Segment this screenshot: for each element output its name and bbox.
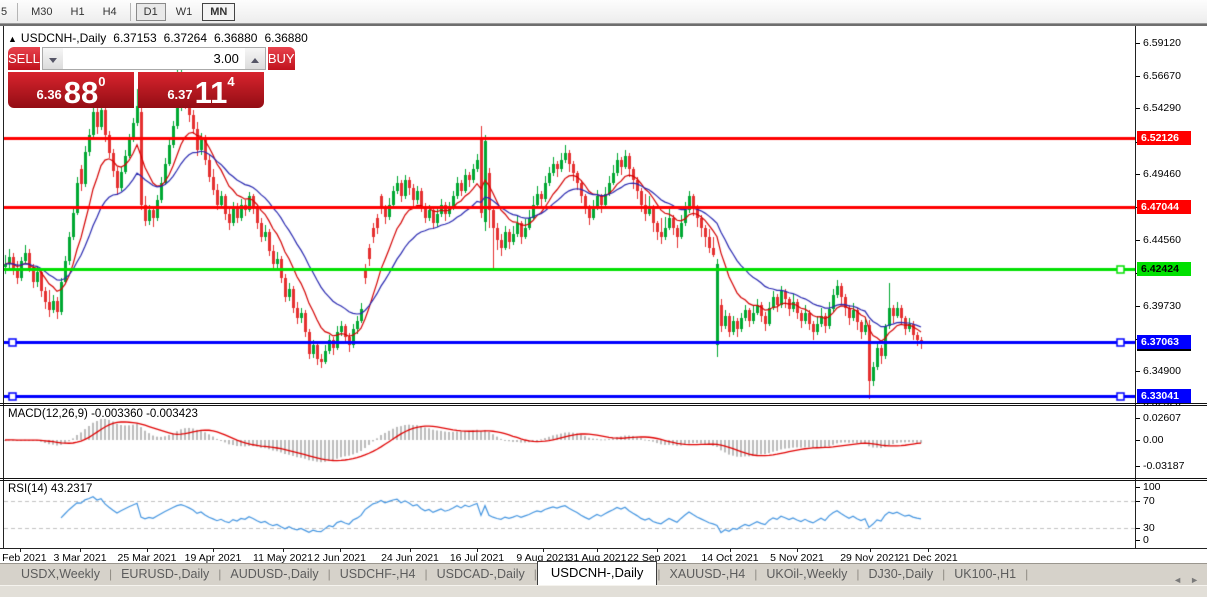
volume-increase-button[interactable]	[245, 48, 265, 69]
toolbar-separator	[130, 3, 131, 21]
rsi-axis-tick: 70	[1136, 495, 1206, 507]
sell-button[interactable]: SELL	[8, 47, 40, 70]
volume-decrease-button[interactable]	[43, 48, 63, 69]
chart-tab-eurusd-daily[interactable]: EURUSD-,Daily	[112, 564, 218, 585]
level-price-label[interactable]: 6.33041	[1137, 389, 1191, 403]
chart-tab-ukoil-weekly[interactable]: UKOil-,Weekly	[757, 564, 856, 585]
chart-tab-usdcnh-daily[interactable]: USDCNH-,Daily	[537, 561, 657, 585]
rsi-axis-tick: 0	[1136, 534, 1206, 546]
timeframe-toolbar: 5 M30H1H4 D1W1MN	[0, 0, 1207, 24]
rsi-axis-tick: 30	[1136, 522, 1206, 534]
chart-tab-usdcad-daily[interactable]: USDCAD-,Daily	[428, 564, 534, 585]
status-bar	[0, 585, 1207, 597]
volume-spinner	[42, 47, 266, 70]
date-axis-tick	[928, 548, 929, 552]
sell-price-prefix: 6.36	[36, 87, 61, 102]
rsi-indicator-canvas[interactable]	[4, 482, 1135, 547]
rsi-axis-tick: 100	[1136, 481, 1206, 493]
level-price-label[interactable]: 6.47044	[1137, 200, 1191, 214]
tab-scroll-left-icon[interactable]: ◄	[1173, 575, 1182, 585]
price-axis-tick: 6.34900	[1136, 365, 1206, 377]
rsi-label: RSI(14) 43.2317	[8, 483, 92, 495]
chart-tab-usdx-weekly[interactable]: USDX,Weekly	[12, 564, 109, 585]
level-price-label[interactable]: 6.52126	[1137, 131, 1191, 145]
chart-tab-uk100-h1[interactable]: UK100-,H1	[945, 564, 1025, 585]
macd-panel-separator[interactable]	[0, 403, 1207, 404]
date-axis-tick	[597, 548, 598, 552]
timeframe-button-M30[interactable]: M30	[23, 3, 60, 21]
level-price-label[interactable]: 6.37063	[1137, 335, 1191, 349]
date-axis-tick	[147, 548, 148, 552]
macd-panel-separator-2	[0, 405, 1207, 406]
rsi-panel-separator[interactable]	[0, 478, 1207, 479]
timeframe-button-MN[interactable]: MN	[202, 3, 235, 21]
sell-price-button[interactable]: 6.36 88 0	[8, 72, 134, 108]
arrow-up-icon	[251, 58, 259, 63]
sell-price-pip: 0	[98, 74, 105, 89]
toolbar-separator	[17, 3, 18, 21]
buy-price-main: 11	[195, 80, 228, 106]
ohlc-low: 6.36880	[214, 31, 257, 45]
timeframe-button-D1[interactable]: D1	[136, 3, 166, 21]
buy-button[interactable]: BUY	[268, 47, 295, 70]
tab-separator: |	[1025, 567, 1028, 585]
mt4-terminal-window: 5 M30H1H4 D1W1MN ▲ USDCNH-,Daily 6.37153 6.37…	[0, 0, 1207, 597]
rsi-panel-separator-2	[0, 480, 1207, 481]
timeframe-button-W1[interactable]: W1	[168, 3, 201, 21]
tab-scroll-right-icon[interactable]: ►	[1190, 575, 1199, 585]
price-axis-tick: 6.44560	[1136, 234, 1206, 246]
price-axis-tick: 6.56670	[1136, 70, 1206, 82]
price-axis-tick: 6.39730	[1136, 300, 1206, 312]
date-axis-tick	[340, 548, 341, 552]
one-click-trading-panel: SELL BUY 6.36 88 0 6.37 11 4	[8, 47, 264, 108]
level-price-label[interactable]: 6.42424	[1137, 262, 1191, 276]
chart-tab-audusd-daily[interactable]: AUDUSD-,Daily	[221, 564, 327, 585]
date-axis-tick	[477, 548, 478, 552]
date-axis-tick	[213, 548, 214, 552]
chart-symbol-period: USDCNH-,Daily	[21, 31, 106, 45]
macd-label: MACD(12,26,9) -0.003360 -0.003423	[8, 408, 198, 420]
date-axis-tick	[20, 548, 21, 552]
macd-axis-tick: 0.00	[1136, 434, 1206, 446]
chart-tab-xauusd-h4[interactable]: XAUUSD-,H4	[660, 564, 754, 585]
chart-tab-dj30-daily[interactable]: DJ30-,Daily	[859, 564, 942, 585]
price-axis-tick: 6.54290	[1136, 102, 1206, 114]
ohlc-close: 6.36880	[264, 31, 307, 45]
volume-input[interactable]	[63, 48, 245, 69]
arrow-down-icon	[49, 58, 57, 63]
sell-price-main: 88	[64, 80, 98, 106]
date-axis-tick	[283, 548, 284, 552]
buy-price-button[interactable]: 6.37 11 4	[138, 72, 264, 108]
collapse-panel-icon[interactable]: ▲	[8, 34, 17, 44]
date-axis-tick	[410, 548, 411, 552]
chart-tab-bar: USDX,Weekly|EURUSD-,Daily|AUDUSD-,Daily|…	[0, 563, 1207, 585]
chart-tab-usdchf-h4[interactable]: USDCHF-,H4	[331, 564, 425, 585]
chart-window: ▲USDCNH-,Daily6.371536.372646.368806.368…	[0, 24, 1207, 563]
ohlc-open: 6.37153	[113, 31, 156, 45]
date-axis-tick	[80, 548, 81, 552]
timeframe-button-H1[interactable]: H1	[63, 3, 93, 21]
buy-price-prefix: 6.37	[167, 87, 192, 102]
date-axis-tick	[797, 548, 798, 552]
buy-price-pip: 4	[227, 74, 234, 89]
chart-bottom-border	[0, 548, 1207, 549]
date-axis-tick	[870, 548, 871, 552]
chart-title: ▲ USDCNH-,Daily 6.37153 6.37264 6.36880 6.368…	[8, 31, 308, 45]
timeframe-button-H4[interactable]: H4	[95, 3, 125, 21]
price-axis-tick: 6.49460	[1136, 168, 1206, 180]
ohlc-high: 6.37264	[164, 31, 207, 45]
price-axis-tick: 6.59120	[1136, 37, 1206, 49]
date-axis-tick	[657, 548, 658, 552]
macd-axis-tick: 0.02607	[1136, 412, 1206, 424]
timeframe-button-5[interactable]: 5	[0, 3, 12, 21]
date-axis-tick	[730, 548, 731, 552]
macd-axis-tick: -0.03187	[1136, 460, 1206, 472]
chart-left-border	[3, 26, 4, 548]
date-axis-tick	[543, 548, 544, 552]
